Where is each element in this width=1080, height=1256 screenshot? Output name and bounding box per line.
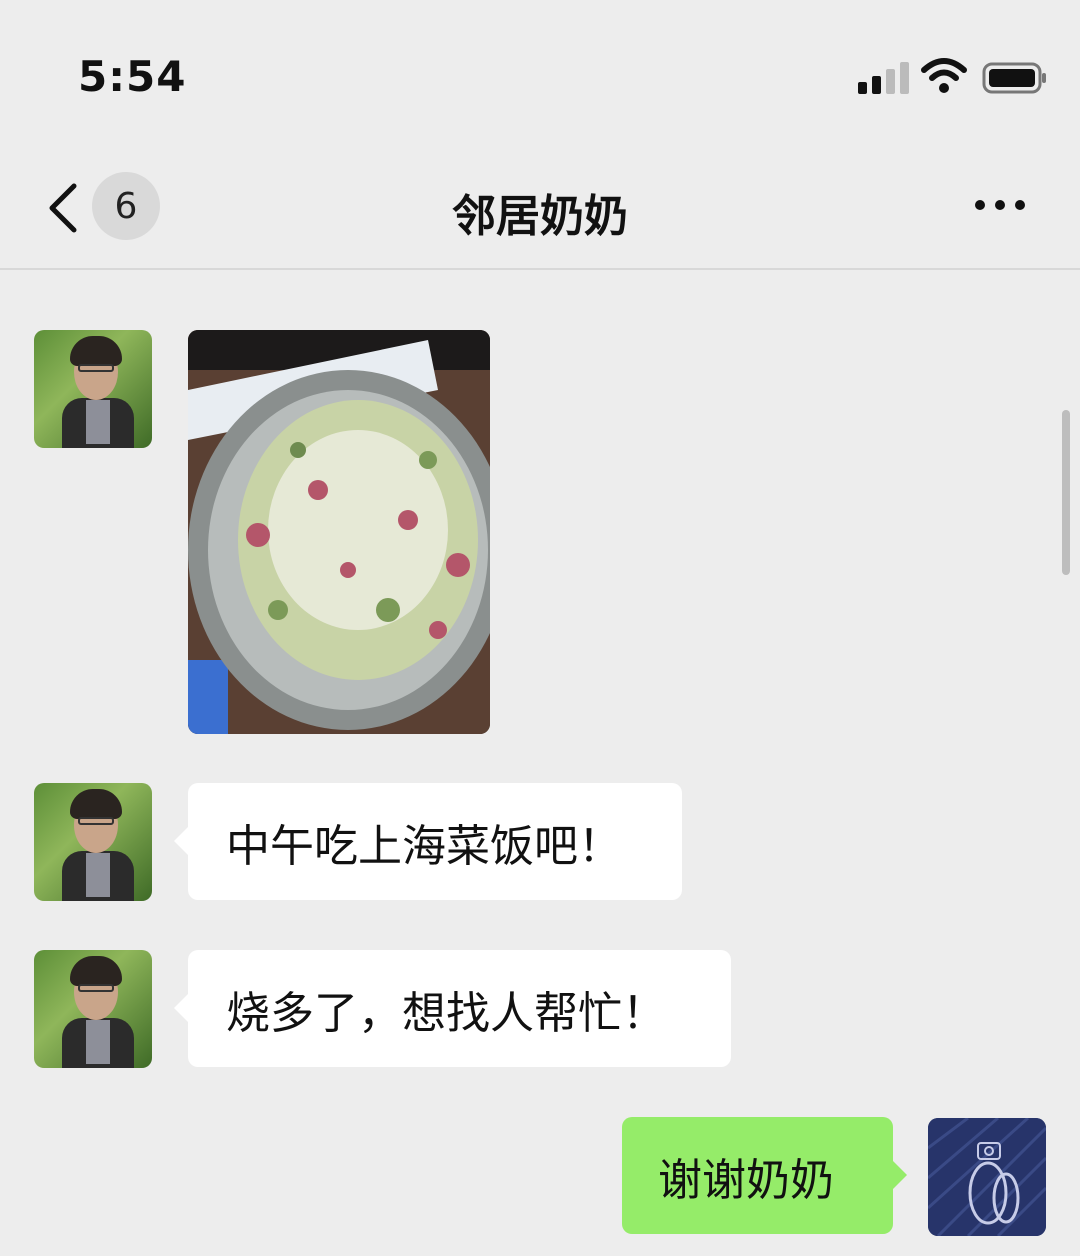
message-text: 谢谢奶奶 — [658, 1154, 834, 1206]
battery-icon — [982, 62, 1046, 94]
food-photo-image — [188, 330, 490, 734]
neighbor-avatar[interactable] — [34, 783, 152, 901]
neighbor-avatar[interactable] — [34, 330, 152, 448]
wifi-icon — [921, 58, 967, 93]
neighbor-avatar[interactable] — [34, 950, 152, 1068]
message-text: 中午吃上海菜饭吧！ — [226, 820, 622, 872]
status-bar: 5:54 — [0, 0, 1080, 150]
incoming-message-bubble[interactable]: 烧多了，想找人帮忙！ — [174, 950, 731, 1067]
scrollbar[interactable] — [1062, 410, 1070, 575]
chat-title: 邻居奶奶 — [452, 191, 628, 242]
message-text: 烧多了，想找人帮忙！ — [226, 987, 666, 1039]
status-time: 5:54 — [78, 52, 187, 101]
chat-header: 6 邻居奶奶 — [0, 150, 1080, 270]
food-photo-message[interactable] — [188, 330, 490, 734]
my-avatar[interactable] — [928, 1118, 1046, 1236]
more-options-icon[interactable] — [970, 190, 1030, 220]
cellular-signal-icon — [858, 62, 909, 94]
my-avatar-image — [928, 1118, 1046, 1236]
incoming-message-bubble[interactable]: 中午吃上海菜饭吧！ — [174, 783, 682, 900]
outgoing-message-bubble[interactable]: 谢谢奶奶 — [622, 1117, 907, 1234]
